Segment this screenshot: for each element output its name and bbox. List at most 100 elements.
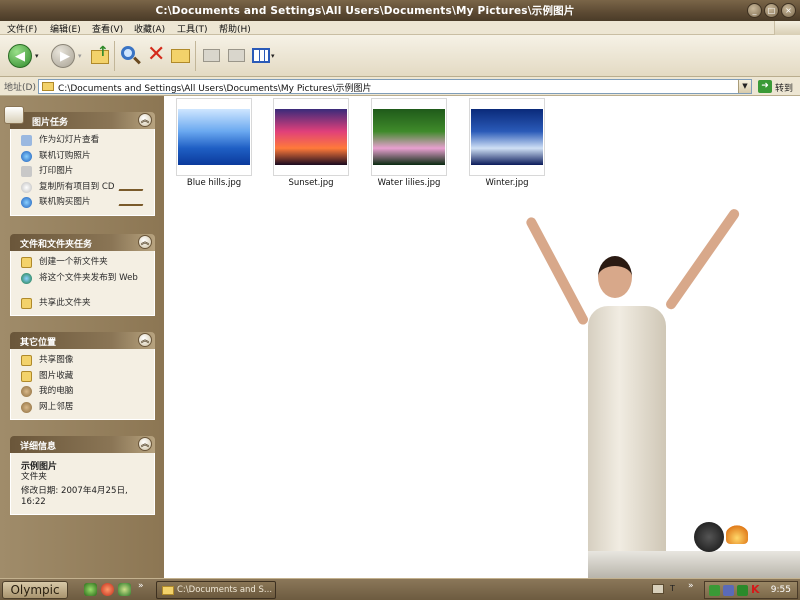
taskbar: Olympic » C:\Documents and S... T » K 9:…	[0, 578, 800, 600]
toolbar-separator	[114, 41, 115, 71]
shared-folder-icon	[21, 355, 32, 366]
new-folder-icon	[21, 257, 32, 268]
address-input[interactable]: C:\Documents and Settings\All Users\Docu…	[38, 79, 752, 94]
globe-icon	[21, 272, 32, 284]
picture-tasks-header[interactable]: 图片任务 ︽	[4, 106, 155, 129]
task-new-folder[interactable]: 创建一个新文件夹	[11, 255, 154, 271]
details-header[interactable]: 详细信息 ︽	[10, 436, 155, 453]
taskbar-window-item[interactable]: C:\Documents and S...	[156, 581, 276, 599]
panel-title: 其它位置	[20, 338, 57, 348]
maximize-button[interactable]: □	[764, 3, 779, 18]
windows-logo-icon	[774, 21, 800, 35]
file-thumbnail[interactable]	[273, 98, 349, 176]
delete-button[interactable]: ✕	[144, 42, 168, 68]
window-title: C:\Documents and Settings\All Users\Docu…	[155, 5, 575, 17]
share-folder-icon	[21, 297, 32, 309]
go-arrow-icon: ➜	[758, 80, 772, 93]
file-thumbnail[interactable]	[371, 98, 447, 176]
tray-network-icon[interactable]	[709, 585, 720, 596]
up-folder-button[interactable]: ↑	[88, 44, 112, 68]
collapse-chevron-icon[interactable]: ︽	[138, 333, 152, 347]
quicklaunch-more-icon[interactable]: »	[138, 581, 144, 591]
quicklaunch-media-icon[interactable]	[101, 583, 114, 596]
tray-antivirus-icon[interactable]: K	[751, 583, 760, 596]
place-shared-pictures[interactable]: 共享图像	[11, 353, 154, 369]
picture-tasks-icon	[4, 106, 24, 124]
tray-security-icon[interactable]	[737, 585, 748, 596]
copy-to-button[interactable]	[225, 44, 249, 68]
menu-file[interactable]: 文件(F)	[7, 22, 37, 35]
globe-icon	[21, 150, 32, 162]
views-grid-icon	[252, 48, 270, 63]
collapse-chevron-icon[interactable]: ︽	[138, 437, 152, 451]
task-share-folder[interactable]: 共享此文件夹	[11, 296, 154, 312]
file-tasks-panel: 文件和文件夹任务 ︽ 创建一个新文件夹 将这个文件夹发布到 Web 共享此文件夹	[10, 234, 155, 316]
collapse-chevron-icon[interactable]: ︽	[138, 235, 152, 249]
task-copy-cd[interactable]: 复制所有项目到 CD	[11, 180, 154, 196]
views-dropdown-icon[interactable]: ▾	[271, 52, 275, 60]
up-arrow-icon: ↑	[97, 44, 109, 60]
back-dropdown-icon[interactable]: ▾	[35, 52, 39, 60]
clock[interactable]: 9:55	[771, 585, 791, 595]
thumbnail-image	[373, 109, 445, 165]
wallpaper-figure-image	[518, 206, 800, 578]
file-view[interactable]: Blue hills.jpg Sunset.jpg Water lilies.jpg…	[164, 96, 800, 578]
collapse-chevron-icon[interactable]: ︽	[138, 113, 152, 127]
folder-icon	[171, 49, 190, 63]
keyboard-icon[interactable]	[652, 584, 664, 594]
address-value[interactable]: C:\Documents and Settings\All Users\Docu…	[58, 81, 372, 94]
copy-to-icon	[228, 49, 245, 62]
move-to-button[interactable]	[200, 44, 224, 68]
close-button[interactable]: ×	[781, 3, 796, 18]
menu-tools[interactable]: 工具(T)	[177, 22, 208, 35]
start-button[interactable]: Olympic	[2, 581, 68, 599]
menu-view[interactable]: 查看(V)	[92, 22, 123, 35]
computer-icon	[21, 386, 32, 397]
thumbnail-image	[178, 109, 250, 165]
tray-expand-icon[interactable]: »	[688, 581, 694, 591]
folders-button[interactable]	[169, 44, 193, 68]
folder-icon	[42, 82, 54, 91]
place-my-computer[interactable]: 我的电脑	[11, 384, 154, 400]
task-print[interactable]: 打印图片	[11, 164, 154, 180]
title-bar[interactable]: C:\Documents and Settings\All Users\Docu…	[0, 0, 800, 21]
other-places-header[interactable]: 其它位置 ︽	[10, 332, 155, 349]
forward-button[interactable]: ▶	[51, 44, 75, 68]
task-pane: 图片任务 ︽ 作为幻灯片查看 联机订购照片 打印图片 复制所有项目到 CD 联机…	[0, 96, 164, 578]
file-name-label[interactable]: Blue hills.jpg	[166, 178, 262, 188]
menu-help[interactable]: 帮助(H)	[219, 22, 251, 35]
quicklaunch-desktop-icon[interactable]	[118, 583, 131, 596]
pictures-folder-icon	[21, 370, 32, 382]
task-buy-online[interactable]: 联机购买图片	[11, 195, 154, 211]
minimize-button[interactable]: _	[747, 3, 762, 18]
address-dropdown-button[interactable]: ▼	[738, 80, 751, 93]
file-thumbnail[interactable]	[469, 98, 545, 176]
go-button[interactable]: ➜ 转到	[756, 79, 800, 94]
place-network[interactable]: 网上邻居	[11, 400, 154, 416]
details-panel: 详细信息 ︽ 示例图片 文件夹 修改日期: 2007年4月25日, 16:22	[10, 436, 155, 515]
system-tray: K 9:55	[704, 581, 798, 599]
search-button[interactable]	[119, 44, 143, 68]
file-name-label[interactable]: Water lilies.jpg	[361, 178, 457, 188]
panel-title: 文件和文件夹任务	[20, 240, 93, 250]
place-my-pictures[interactable]: 图片收藏	[11, 369, 154, 385]
quicklaunch-browser-icon[interactable]	[84, 583, 97, 596]
task-slideshow[interactable]: 作为幻灯片查看	[11, 133, 154, 149]
file-tasks-header[interactable]: 文件和文件夹任务 ︽	[10, 234, 155, 251]
globe-icon	[21, 197, 32, 208]
file-name-label[interactable]: Winter.jpg	[459, 178, 555, 188]
back-button[interactable]: ◀	[8, 44, 32, 68]
menu-edit[interactable]: 编辑(E)	[50, 22, 81, 35]
tray-volume-icon[interactable]	[723, 585, 734, 596]
printer-icon	[21, 166, 32, 177]
task-publish-web[interactable]: 将这个文件夹发布到 Web	[11, 271, 154, 296]
task-order-prints[interactable]: 联机订购照片	[11, 149, 154, 165]
file-name-label[interactable]: Sunset.jpg	[263, 178, 359, 188]
other-places-panel: 其它位置 ︽ 共享图像 图片收藏 我的电脑 网上邻居	[10, 332, 155, 420]
details-type: 文件夹	[21, 472, 47, 482]
forward-dropdown-icon[interactable]: ▾	[78, 52, 82, 60]
menu-favorites[interactable]: 收藏(A)	[134, 22, 165, 35]
delete-x-icon: ✕	[147, 42, 166, 67]
file-thumbnail[interactable]	[176, 98, 252, 176]
language-indicator-icon[interactable]: T	[670, 584, 675, 593]
